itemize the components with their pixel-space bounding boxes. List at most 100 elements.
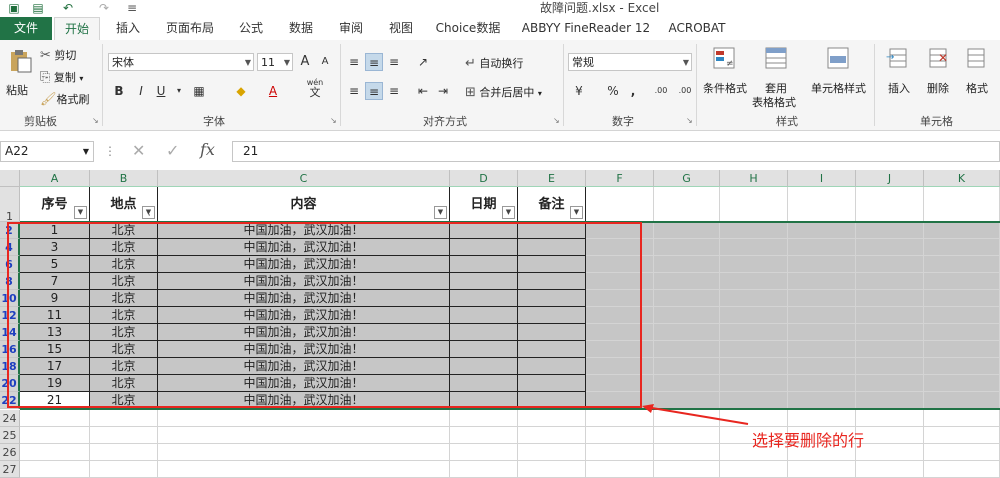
grid-cell[interactable] [720,273,788,290]
grid-cell[interactable] [924,324,1000,341]
grid-cell[interactable] [654,341,720,358]
grid-cell[interactable] [450,375,518,392]
decrease-indent-icon[interactable]: ⇤ [414,82,432,100]
grid-cell[interactable] [720,222,788,239]
format-cells-icon[interactable] [964,46,990,72]
grid-cell[interactable] [788,222,856,239]
border-icon[interactable]: ▦ [190,82,208,100]
column-header-c[interactable]: C [158,170,450,187]
grid-cell[interactable] [450,256,518,273]
tab-insert[interactable]: 插入 [108,17,148,40]
tab-data[interactable]: 数据 [282,17,320,40]
cancel-icon[interactable]: ✕ [132,141,145,160]
column-header-g[interactable]: G [654,170,720,187]
table-cell[interactable]: 中国加油，武汉加油！ [158,392,450,409]
align-top-icon[interactable]: ≡ [345,53,363,71]
grid-cell[interactable] [450,392,518,409]
delete-button[interactable]: 删除 [927,80,949,96]
grid-cell[interactable] [518,444,586,461]
table-cell[interactable]: 21 [20,392,90,409]
tab-choice[interactable]: Choice数据 [432,17,504,40]
format-button[interactable]: 格式 [966,80,988,96]
table-cell[interactable]: 中国加油，武汉加油！ [158,307,450,324]
grid-cell[interactable] [788,239,856,256]
grid-cell[interactable] [654,256,720,273]
insert-cells-icon[interactable]: → [886,46,912,72]
italic-button[interactable]: I [132,82,150,100]
grid-cell[interactable] [518,392,586,409]
filter-dropdown-icon[interactable]: ▼ [74,206,87,219]
grid-cell[interactable] [518,307,586,324]
spreadsheet-grid[interactable]: ABCDEFGHIJK 1 序号 ▼ 地点 ▼̣ 内容 ▼ 日期 ▼ 备注 ▼ 2 1 北京 中国加油，武汉… [0,170,1000,478]
table-cell[interactable]: 北京 [90,273,158,290]
formula-input[interactable]: 21 [232,141,1000,162]
row-header[interactable]: 14 [0,324,20,341]
grid-cell[interactable] [90,410,158,427]
number-format-select[interactable]: 常规 ▼ [568,53,692,71]
table-cell[interactable]: 北京 [90,341,158,358]
column-header-h[interactable]: H [720,170,788,187]
grid-cell[interactable] [586,239,654,256]
align-center-icon[interactable]: ≡ [365,82,383,100]
grid-cell[interactable] [158,410,450,427]
grid-cell[interactable] [720,307,788,324]
grid-cell[interactable] [90,444,158,461]
grid-cell[interactable] [788,324,856,341]
underline-dropdown-icon[interactable]: ▾ [170,82,188,100]
grid-cell[interactable] [586,256,654,273]
cut-button[interactable]: ✂ 剪切 [40,47,76,63]
table-cell[interactable]: 9 [20,290,90,307]
increase-indent-icon[interactable]: ⇥ [434,82,452,100]
grid-cell[interactable] [654,273,720,290]
font-name-select[interactable]: 宋体 ▼ [108,53,254,71]
save-icon[interactable]: ▤ [30,0,46,16]
grid-cell[interactable] [654,324,720,341]
enter-icon[interactable]: ✓ [166,141,179,160]
grid-cell[interactable] [856,187,924,222]
wrap-text-button[interactable]: ↵ 自动换行 [465,55,523,71]
row-header[interactable]: 12 [0,307,20,324]
grid-cell[interactable] [856,307,924,324]
name-box[interactable]: A22 ▼ [0,141,94,162]
row-header[interactable]: 4 [0,239,20,256]
table-cell[interactable]: 17 [20,358,90,375]
grid-cell[interactable] [450,358,518,375]
grid-cell[interactable] [856,358,924,375]
column-header-b[interactable]: B [90,170,158,187]
row-header[interactable]: 1 [0,187,20,223]
grid-cell[interactable] [158,427,450,444]
grid-cell[interactable] [720,375,788,392]
grow-font-button[interactable]: A [296,53,314,71]
grid-cell[interactable] [586,187,654,222]
grid-cell[interactable] [924,341,1000,358]
table-cell[interactable]: 中国加油，武汉加油！ [158,358,450,375]
grid-cell[interactable] [720,358,788,375]
grid-cell[interactable] [788,392,856,409]
table-header-cell[interactable]: 备注 ▼ [518,187,586,222]
grid-cell[interactable] [518,324,586,341]
merge-center-button[interactable]: ⊞ 合并后居中 ▾ [465,84,542,100]
grid-cell[interactable] [856,239,924,256]
grid-cell[interactable] [586,307,654,324]
grid-cell[interactable] [788,375,856,392]
align-right-icon[interactable]: ≡ [385,82,403,100]
filter-dropdown-icon[interactable]: ▼ [434,206,447,219]
grid-cell[interactable] [720,290,788,307]
table-cell[interactable]: 中国加油，武汉加油！ [158,273,450,290]
grid-cell[interactable] [720,324,788,341]
grid-cell[interactable] [856,290,924,307]
grid-cell[interactable] [924,410,1000,427]
table-cell[interactable]: 北京 [90,290,158,307]
row-header[interactable]: 22 [0,392,20,409]
font-size-select[interactable]: 11 ▼ [257,53,293,71]
table-cell[interactable]: 7 [20,273,90,290]
delete-cells-icon[interactable]: ✕ [926,46,952,72]
grid-cell[interactable] [788,187,856,222]
table-cell[interactable]: 1 [20,222,90,239]
grid-cell[interactable] [586,341,654,358]
table-cell[interactable]: 15 [20,341,90,358]
table-cell[interactable]: 11 [20,307,90,324]
grid-cell[interactable] [788,341,856,358]
grid-cell[interactable] [586,273,654,290]
grid-cell[interactable] [924,427,1000,444]
